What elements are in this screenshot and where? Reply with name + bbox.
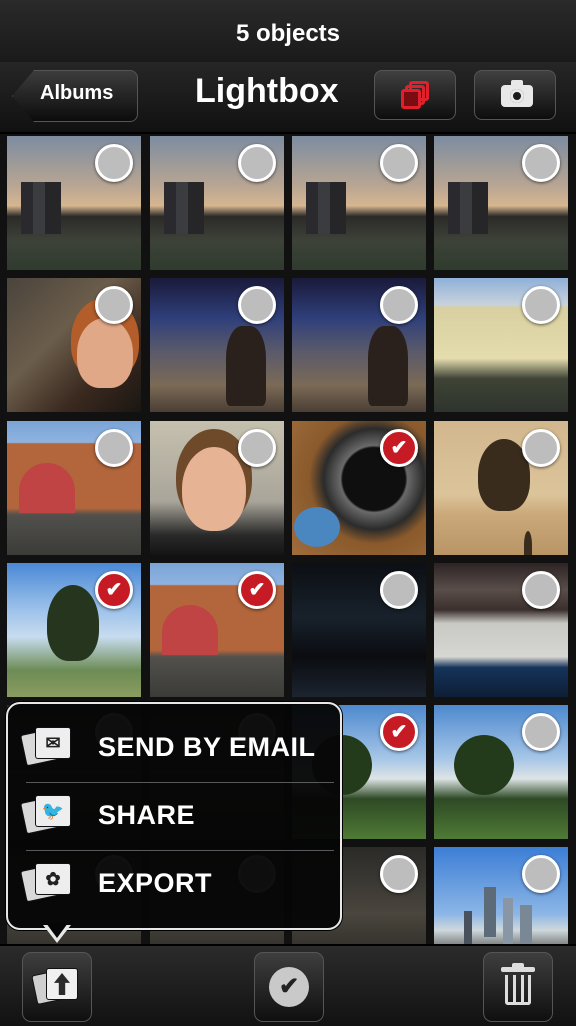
unselected-circle-icon[interactable]: [380, 286, 418, 324]
trash-lid: [501, 963, 535, 972]
flower-icon: ✿: [21, 862, 72, 906]
photo-tile[interactable]: [434, 278, 568, 412]
photo-tile[interactable]: [150, 421, 284, 555]
photo-tile[interactable]: [7, 136, 141, 270]
menu-item-label: EXPORT: [98, 868, 213, 898]
camera-icon: [501, 80, 533, 107]
menu-item-share[interactable]: 🐦 SHARE: [18, 782, 328, 850]
back-button-label: Albums: [40, 82, 114, 104]
delete-button[interactable]: [483, 952, 553, 1022]
unselected-circle-icon[interactable]: [522, 571, 560, 609]
page-title: Lightbox: [195, 72, 339, 110]
unselected-circle-icon[interactable]: [95, 429, 133, 467]
unselected-circle-icon[interactable]: [380, 571, 418, 609]
export-icon: [32, 965, 81, 1009]
object-count: 5 objects: [235, 20, 341, 47]
photo-tile[interactable]: [150, 278, 284, 412]
photo-tile[interactable]: [292, 421, 426, 555]
share-popover: ✉ SEND BY EMAIL 🐦 SHARE ✿ EXPORT: [6, 702, 342, 930]
menu-item-label: SHARE: [98, 800, 196, 830]
unselected-circle-icon[interactable]: [522, 713, 560, 751]
bottom-toolbar: ✔: [0, 944, 576, 1026]
trash-icon: [501, 963, 535, 1005]
stack-icon: [401, 81, 431, 111]
photo-tile[interactable]: [434, 705, 568, 839]
unselected-circle-icon[interactable]: [238, 144, 276, 182]
photo-tile[interactable]: [292, 278, 426, 412]
trash-can: [505, 975, 531, 1005]
unselected-circle-icon[interactable]: [95, 286, 133, 324]
photo-tile[interactable]: [434, 563, 568, 697]
status-bar: 5 objects: [0, 0, 576, 62]
unselected-circle-icon[interactable]: [380, 144, 418, 182]
unselected-circle-icon[interactable]: [380, 855, 418, 893]
photo-tile[interactable]: [7, 278, 141, 412]
menu-item-send-by-email[interactable]: ✉ SEND BY EMAIL: [18, 714, 328, 782]
photo-tile[interactable]: [434, 421, 568, 555]
unselected-circle-icon[interactable]: [238, 286, 276, 324]
menu-item-export[interactable]: ✿ EXPORT: [18, 850, 328, 918]
photo-tile[interactable]: [150, 563, 284, 697]
unselected-circle-icon[interactable]: [238, 429, 276, 467]
unselected-circle-icon[interactable]: [522, 286, 560, 324]
select-button[interactable]: ✔: [254, 952, 324, 1022]
selected-check-icon[interactable]: [95, 571, 133, 609]
camera-button[interactable]: [474, 70, 556, 120]
unselected-circle-icon[interactable]: [522, 429, 560, 467]
checkmark-icon: ✔: [269, 967, 309, 1007]
unselected-circle-icon[interactable]: [522, 855, 560, 893]
selected-check-icon[interactable]: [380, 429, 418, 467]
unselected-circle-icon[interactable]: [522, 144, 560, 182]
envelope-glyph: ✉: [45, 733, 61, 753]
selected-check-icon[interactable]: [238, 571, 276, 609]
photo-tile[interactable]: [292, 136, 426, 270]
stack-button[interactable]: [374, 70, 456, 120]
selected-check-icon[interactable]: [380, 713, 418, 751]
popover-arrow: [43, 923, 71, 943]
unselected-circle-icon[interactable]: [95, 144, 133, 182]
stack-square-front: [401, 89, 421, 109]
bird-glyph: 🐦: [41, 801, 65, 821]
albums-back-button[interactable]: Albums: [12, 70, 138, 122]
export-button[interactable]: [22, 952, 92, 1022]
photo-tile[interactable]: [150, 136, 284, 270]
photo-tile[interactable]: [292, 563, 426, 697]
photo-tile[interactable]: [434, 136, 568, 270]
envelope-icon: ✉: [21, 726, 72, 770]
photo-tile[interactable]: [7, 563, 141, 697]
flower-glyph: ✿: [45, 869, 61, 889]
twitter-bird-icon: 🐦: [21, 794, 72, 838]
menu-item-label: SEND BY EMAIL: [98, 732, 316, 762]
navigation-bar: Albums Lightbox: [0, 62, 576, 134]
photo-tile[interactable]: [7, 421, 141, 555]
